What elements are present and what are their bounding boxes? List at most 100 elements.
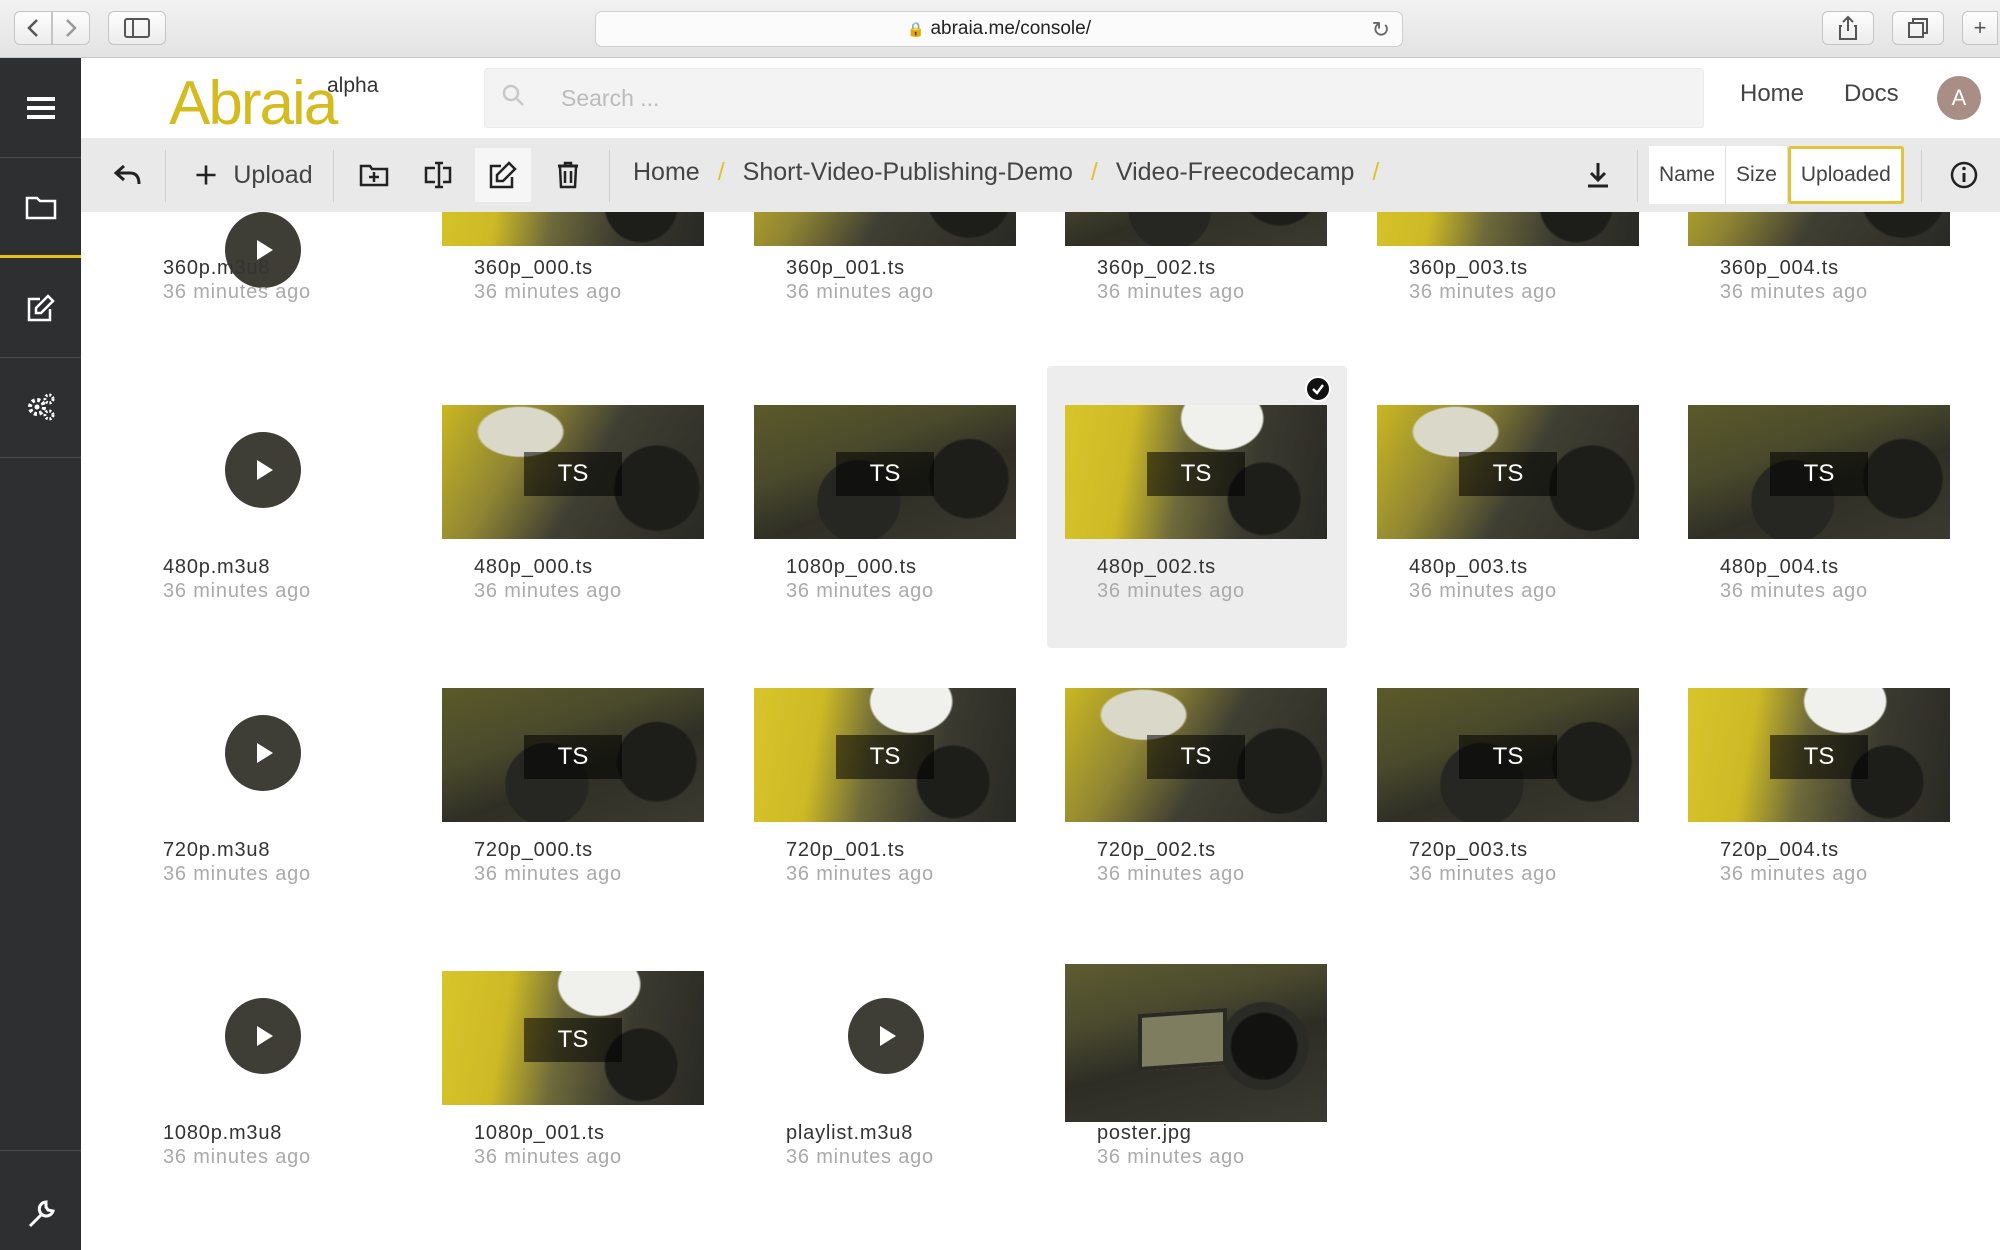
search-icon <box>501 83 529 114</box>
ts-badge: TS <box>836 452 934 496</box>
file-name: 1080p.m3u8 <box>163 1122 283 1144</box>
file-tile[interactable]: TS 1080p_000.ts 36 minutes ago <box>736 366 1036 648</box>
video-thumbnail: TS <box>754 212 1016 246</box>
edit-button[interactable] <box>475 148 531 202</box>
file-tile[interactable]: 480p.m3u8 36 minutes ago <box>113 366 413 648</box>
nav-settings[interactable] <box>0 358 81 458</box>
file-name: 720p_000.ts <box>474 839 593 861</box>
sort-by-uploaded-button[interactable]: Uploaded <box>1787 146 1904 204</box>
file-time: 36 minutes ago <box>786 863 934 885</box>
file-tile[interactable]: TS 480p_002.ts 36 minutes ago <box>1047 366 1347 648</box>
sort-by-name-button[interactable]: Name <box>1649 146 1727 204</box>
logo-tag: alpha <box>327 74 379 97</box>
sort-options: Name Size Uploaded <box>1649 146 1904 204</box>
plus-icon: + <box>1973 15 1987 40</box>
file-tile[interactable]: 720p.m3u8 36 minutes ago <box>113 649 413 931</box>
back-up-button[interactable] <box>103 148 151 202</box>
sort-by-size-button[interactable]: Size <box>1726 146 1788 204</box>
nav-tools[interactable] <box>0 1150 81 1250</box>
sidebar-toggle-button[interactable] <box>108 11 166 45</box>
download-button[interactable] <box>1573 148 1623 202</box>
ts-badge: TS <box>524 735 622 779</box>
back-button[interactable] <box>14 11 52 45</box>
file-time: 36 minutes ago <box>1409 281 1557 303</box>
file-name: poster.jpg <box>1097 1122 1192 1144</box>
file-tile[interactable]: TS 360p_002.ts36 minutes ago <box>1047 212 1347 332</box>
file-tile[interactable]: TS 1080p_001.ts 36 minutes ago <box>424 932 724 1214</box>
video-thumbnail: TS <box>1065 688 1327 822</box>
search-input[interactable] <box>561 84 1461 112</box>
edit-icon <box>489 161 517 189</box>
file-tile[interactable]: TS 360p_003.ts36 minutes ago <box>1359 212 1659 332</box>
video-thumbnail: TS <box>442 971 704 1105</box>
file-tile[interactable]: poster.jpg 36 minutes ago <box>1047 932 1347 1214</box>
search-box <box>484 68 1704 128</box>
lock-icon: 🔒 <box>907 20 925 37</box>
file-grid: 360p.m3u836 minutes agoTS360p_000.ts36 m… <box>81 212 2000 1250</box>
toolbar-divider <box>609 150 610 202</box>
app-logo[interactable]: Abraia alpha <box>169 68 378 139</box>
breadcrumb-separator: / <box>717 158 725 186</box>
file-name: 480p_003.ts <box>1409 556 1528 578</box>
toolbar-divider <box>1637 150 1638 202</box>
ts-badge: TS <box>1770 735 1868 779</box>
wrench-icon <box>28 1199 55 1227</box>
reload-icon[interactable]: ↻ <box>1372 17 1390 43</box>
file-name: 360p.m3u8 <box>163 257 271 279</box>
play-icon <box>225 432 301 508</box>
file-tile[interactable]: TS 720p_001.ts 36 minutes ago <box>736 649 1036 931</box>
file-tile[interactable]: TS 720p_002.ts 36 minutes ago <box>1047 649 1347 931</box>
file-tile[interactable]: TS 720p_000.ts 36 minutes ago <box>424 649 724 931</box>
forward-button[interactable] <box>52 11 90 45</box>
edit-icon <box>27 293 55 321</box>
new-tab-button[interactable]: + <box>1962 11 1998 45</box>
file-tile[interactable]: TS 360p_000.ts36 minutes ago <box>424 212 724 332</box>
file-time: 36 minutes ago <box>1097 580 1245 602</box>
image-thumbnail <box>1065 964 1327 1122</box>
file-tile[interactable]: TS 720p_004.ts 36 minutes ago <box>1670 649 1970 931</box>
info-button[interactable] <box>1939 148 1989 202</box>
video-thumbnail: TS <box>754 688 1016 822</box>
upload-button[interactable]: Upload <box>187 148 319 202</box>
url-text: abraia.me/console/ <box>930 18 1091 39</box>
breadcrumb-project[interactable]: Short-Video-Publishing-Demo <box>743 158 1073 187</box>
file-tile[interactable]: TS 720p_003.ts 36 minutes ago <box>1359 649 1659 931</box>
file-tile[interactable]: TS 480p_004.ts 36 minutes ago <box>1670 366 1970 648</box>
file-tile[interactable]: 1080p.m3u8 36 minutes ago <box>113 932 413 1214</box>
toolbar-divider <box>333 150 334 202</box>
address-bar[interactable]: 🔒 abraia.me/console/ ↻ <box>595 11 1403 47</box>
header-link-docs[interactable]: Docs <box>1844 80 1899 108</box>
rename-button[interactable] <box>413 148 463 202</box>
video-thumbnail: TS <box>1377 688 1639 822</box>
file-tile[interactable]: TS 480p_003.ts 36 minutes ago <box>1359 366 1659 648</box>
nav-files[interactable] <box>0 158 81 258</box>
file-time: 36 minutes ago <box>474 580 622 602</box>
folder-plus-icon <box>359 164 389 187</box>
ts-badge: TS <box>1459 452 1557 496</box>
header-link-home[interactable]: Home <box>1740 80 1804 108</box>
avatar[interactable]: A <box>1937 76 1981 120</box>
file-tile[interactable]: playlist.m3u8 36 minutes ago <box>736 932 1036 1214</box>
video-thumbnail: TS <box>1688 688 1950 822</box>
breadcrumb-folder[interactable]: Video-Freecodecamp <box>1116 158 1355 187</box>
file-tile[interactable]: 360p.m3u8 36 minutes ago <box>113 212 413 332</box>
new-folder-button[interactable] <box>349 148 399 202</box>
file-name: 360p_003.ts <box>1409 257 1528 279</box>
gears-icon <box>27 393 54 420</box>
menu-button[interactable] <box>0 58 81 158</box>
breadcrumb-home[interactable]: Home <box>633 158 700 187</box>
ts-badge: TS <box>1147 452 1245 496</box>
download-icon <box>1588 163 1608 188</box>
file-time: 36 minutes ago <box>474 1146 622 1168</box>
share-button[interactable] <box>1822 11 1874 45</box>
delete-button[interactable] <box>543 148 593 202</box>
file-tile[interactable]: TS 480p_000.ts 36 minutes ago <box>424 366 724 648</box>
tabs-button[interactable] <box>1892 11 1944 45</box>
file-tile[interactable]: TS 360p_004.ts36 minutes ago <box>1670 212 1970 332</box>
nav-editor[interactable] <box>0 258 81 358</box>
file-tile[interactable]: TS 360p_001.ts36 minutes ago <box>736 212 1036 332</box>
selected-check-icon[interactable] <box>1305 376 1331 402</box>
file-time: 36 minutes ago <box>786 580 934 602</box>
file-name: 720p_002.ts <box>1097 839 1216 861</box>
rename-cursor-icon <box>424 161 452 189</box>
